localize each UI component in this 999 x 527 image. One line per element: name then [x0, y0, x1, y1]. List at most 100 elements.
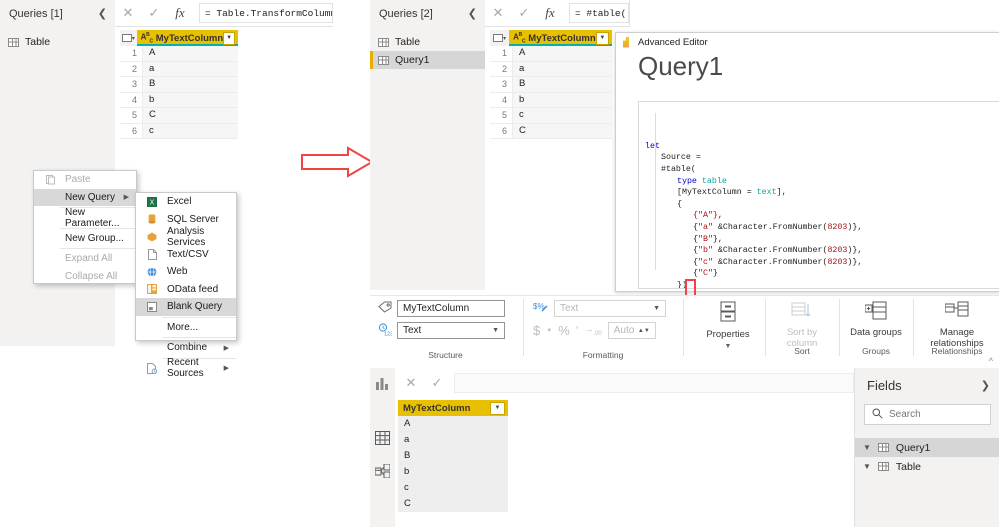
table-row[interactable]: 4 b — [490, 92, 612, 108]
middle-formula-bar: ✕ ✓ fx = #table( — [485, 0, 630, 27]
data-groups-button[interactable]: Data groups — [848, 301, 904, 338]
table-row[interactable]: 6 c — [120, 123, 238, 139]
submenu-item-excel[interactable]: X Excel — [136, 193, 236, 211]
submenu-item-blank-query[interactable]: Blank Query — [136, 298, 236, 316]
currency-icon[interactable]: $ — [533, 323, 540, 338]
filter-dropdown-icon[interactable]: ▼ — [223, 31, 235, 45]
submenu-item-combine[interactable]: Combine ▶ — [136, 339, 236, 357]
table-row[interactable]: 4 b — [120, 92, 238, 108]
fields-pane: Fields ❯ Search ▼ Query1 ▼ Table — [854, 368, 999, 527]
chevron-left-icon[interactable]: ❮ — [468, 7, 477, 20]
field-item-table[interactable]: ▼ Table — [855, 457, 999, 476]
query-list-item[interactable]: Table — [370, 33, 485, 51]
spinner-icon[interactable]: ▲▼ — [638, 328, 655, 334]
thousands-separator-icon[interactable]: ’ — [576, 324, 579, 338]
dax-formula-input[interactable] — [454, 373, 854, 393]
chevron-right-icon[interactable]: ❯ — [981, 379, 990, 392]
submenu-item-more[interactable]: More... — [136, 319, 236, 337]
chevron-down-icon[interactable]: ▼ — [863, 462, 871, 471]
table-row[interactable]: 5 c — [490, 108, 612, 124]
submenu-item-recent-sources[interactable]: Recent Sources ▶ — [136, 357, 236, 379]
submenu-item-analysis-services[interactable]: Analysis Services — [136, 226, 236, 248]
chevron-down-icon[interactable]: ▼ — [653, 305, 665, 312]
field-item-query1[interactable]: ▼ Query1 — [855, 438, 999, 457]
manage-relationships-button[interactable]: Manage relationships — [922, 301, 992, 349]
m-code-line: [MyTextColumn = text], — [677, 188, 787, 198]
context-menu-item-new-group[interactable]: New Group... — [34, 230, 136, 248]
context-submenu-new-query[interactable]: X Excel SQL Server Analysis Services Tex… — [135, 192, 237, 379]
table-row[interactable]: 1 A — [490, 46, 612, 62]
query-list-item-label: Query1 — [395, 54, 430, 66]
context-menu-item-new-query[interactable]: New Query ▶ — [34, 188, 136, 206]
table-row[interactable]: A — [398, 416, 508, 432]
table-row[interactable]: C — [398, 496, 508, 512]
ribbon-group-formatting: $% Text ▼ $ ▼ % ’ →.00 Auto ▲▼ Formattin… — [533, 300, 673, 360]
model-view-icon[interactable] — [375, 463, 390, 478]
accept-icon[interactable]: ✓ — [424, 370, 450, 396]
data-view-icon[interactable] — [375, 430, 390, 445]
accept-icon[interactable]: ✓ — [141, 0, 167, 26]
middle-grid-rows: 1 A 2 a 3 B 4 b 5 c 6 C — [490, 46, 612, 139]
select-all-corner[interactable]: ▾ — [490, 30, 510, 46]
submenu-item-odata-feed[interactable]: OData feed — [136, 281, 236, 299]
properties-button[interactable]: Properties ▼ — [700, 301, 756, 350]
m-code-line: {"b" &Character.FromNumber(8203)}, — [693, 246, 863, 256]
chevron-down-icon[interactable]: ▼ — [492, 327, 504, 334]
cancel-icon[interactable]: ✕ — [115, 0, 141, 26]
format-icon: $% — [533, 301, 549, 317]
chevron-left-icon[interactable]: ❮ — [98, 7, 107, 20]
cancel-icon[interactable]: ✕ — [485, 0, 511, 26]
manage-relationships-icon — [944, 301, 969, 324]
table-row[interactable]: 6 C — [490, 123, 612, 139]
column-name-field[interactable]: MyTextColumn — [397, 300, 505, 317]
table-row[interactable]: 2 a — [120, 61, 238, 77]
table-row[interactable]: 3 B — [120, 77, 238, 93]
accept-icon[interactable]: ✓ — [511, 0, 537, 26]
cancel-icon[interactable]: ✕ — [398, 370, 424, 396]
table-icon — [877, 443, 889, 452]
sort-by-column-button: Sort by column — [774, 301, 830, 349]
context-menu[interactable]: Paste New Query ▶ New Parameter... New G… — [33, 170, 137, 284]
middle-queries-header: Queries [2] — [379, 7, 433, 20]
table-row[interactable]: 2 a — [490, 61, 612, 77]
fx-icon[interactable]: fx — [167, 0, 193, 26]
table-row[interactable]: 3 B — [490, 77, 612, 93]
query-list-item-label: Table — [395, 36, 421, 48]
format-dropdown[interactable]: Text ▼ — [554, 300, 666, 317]
divider — [523, 299, 524, 356]
data-type-field[interactable]: Text ▼ — [397, 322, 505, 339]
m-code-line: {"a" &Character.FromNumber(8203)}, — [693, 222, 863, 232]
table-row[interactable]: b — [398, 464, 508, 480]
decimal-auto-field[interactable]: Auto ▲▼ — [607, 322, 656, 339]
table-row[interactable]: 1 A — [120, 46, 238, 62]
middle-formula-input[interactable]: = #table( — [569, 3, 629, 23]
chevron-down-icon[interactable]: ▼ — [725, 343, 732, 350]
table-row[interactable]: 5 C — [120, 108, 238, 124]
chevron-down-icon[interactable]: ▼ — [546, 328, 552, 334]
query-list-item-label: Table — [25, 36, 51, 48]
filter-dropdown-icon[interactable]: ▼ — [490, 401, 505, 415]
table-row[interactable]: a — [398, 432, 508, 448]
chevron-down-icon[interactable]: ▼ — [863, 443, 871, 452]
left-formula-input[interactable]: = Table.TransformColumnTypes(Sourc — [199, 3, 333, 23]
filter-dropdown-icon[interactable]: ▼ — [595, 31, 609, 45]
paste-icon — [41, 174, 59, 185]
m-code-line: type table — [677, 176, 727, 186]
query-list-item-selected[interactable]: Query1 — [370, 51, 485, 69]
submenu-item-web[interactable]: Web — [136, 263, 236, 281]
table-row[interactable]: B — [398, 448, 508, 464]
fx-icon[interactable]: fx — [537, 0, 563, 26]
middle-grid-header: ▾ ABC MyTextColumn ▼ — [490, 30, 612, 46]
context-menu-item-new-parameter[interactable]: New Parameter... — [34, 207, 136, 229]
left-queries-header: Queries [1] — [9, 7, 63, 20]
submenu-item-text-csv[interactable]: Text/CSV — [136, 246, 236, 264]
chevron-up-icon[interactable]: ^ — [989, 356, 993, 366]
table-row[interactable]: c — [398, 480, 508, 496]
search-input[interactable]: Search — [864, 404, 991, 425]
percent-icon[interactable]: % — [558, 323, 570, 338]
report-view-icon[interactable] — [375, 376, 390, 391]
decimal-places-icon[interactable]: →.00 — [584, 324, 601, 337]
select-all-corner[interactable]: ▾ — [120, 30, 137, 46]
query-list-item[interactable]: Table — [0, 33, 115, 51]
m-code-editor[interactable]: let Source = #table(type table [MyTextColum… — [638, 101, 999, 289]
